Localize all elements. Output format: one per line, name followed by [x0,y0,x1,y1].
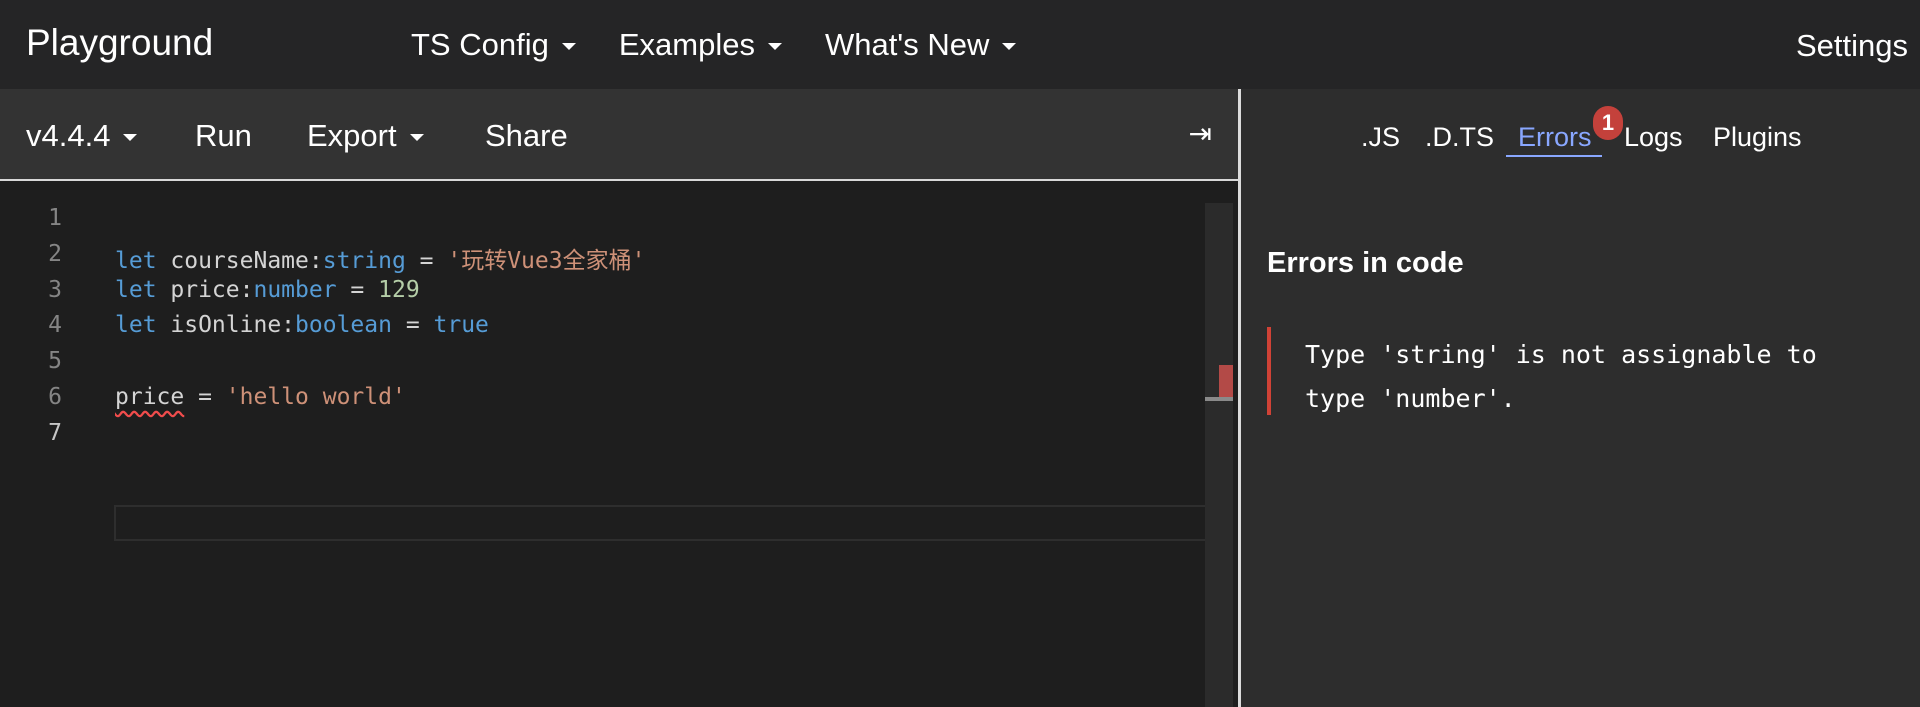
code-token: number [253,276,337,303]
export-label: Export [307,118,397,153]
settings-link[interactable]: Settings [1796,28,1908,64]
line-number: 5 [48,348,62,375]
nav-menu: TS Config Examples What's New [411,0,1059,89]
code-token: let [115,312,157,339]
nav-ts-config[interactable]: TS Config [411,27,576,63]
output-tabs: .JS .D.TS Errors 1 Logs Plugins [1241,89,1920,181]
code-token: let [115,247,157,274]
share-label: Share [485,118,568,153]
line-number: 4 [48,312,62,339]
error-count-badge: 1 [1593,106,1623,140]
code-token: 'hello world' [225,384,406,410]
tab-dts[interactable]: .D.TS [1425,122,1494,153]
share-button[interactable]: Share [485,118,568,154]
nav-examples-label: Examples [618,26,755,62]
chevron-down-icon [1002,42,1017,50]
code-line: let courseName:string = '玩转Vue3全家桶' [115,241,645,275]
editor-scrollbar[interactable] [1205,203,1233,707]
run-label: Run [195,118,252,153]
scrollbar-error-marker [1219,365,1233,397]
nav-examples[interactable]: Examples [619,27,782,63]
collapse-sidebar-icon[interactable]: ⇥ [1189,117,1212,150]
error-message[interactable]: Type 'string' is not assignable to type … [1305,333,1865,421]
version-label: v4.4.4 [26,118,111,153]
output-pane: .JS .D.TS Errors 1 Logs Plugins Errors i… [1241,89,1920,707]
code-token: boolean [295,312,392,339]
line-number: 7 [48,419,62,446]
code-token: true [433,312,489,339]
line-number: 6 [48,384,62,410]
tab-js[interactable]: .JS [1361,122,1400,153]
scrollbar-cursor-marker [1205,397,1233,401]
editor-pane: v4.4.4 Run Export Share ⇥ 1 2 3 4 5 6 7 let co… [0,89,1238,707]
current-line-highlight [114,505,1232,541]
line-number: 3 [48,276,62,303]
top-navigation: Playground TS Config Examples What's New… [0,0,1920,89]
app-title[interactable]: Playground [26,22,213,64]
errors-heading: Errors in code [1267,247,1464,279]
error-token: price [115,384,185,410]
active-tab-indicator [1506,155,1602,157]
nav-whats-new-label: What's New [824,26,990,62]
nav-whats-new[interactable]: What's New [824,26,1017,63]
editor-toolbar: v4.4.4 Run Export Share ⇥ [0,89,1238,181]
chevron-down-icon [409,134,424,141]
code-line: let isOnline:boolean = true [115,312,489,338]
run-button[interactable]: Run [195,118,252,154]
code-token: courseName: [156,247,323,274]
tab-logs[interactable]: Logs [1624,122,1683,153]
chevron-down-icon [767,42,782,50]
code-token: let [115,276,157,303]
tab-errors[interactable]: Errors [1518,122,1592,153]
chevron-down-icon [561,42,576,50]
version-dropdown[interactable]: v4.4.4 [26,118,138,154]
code-token: string [322,247,406,274]
export-dropdown[interactable]: Export [307,118,424,154]
code-token: = [184,384,226,410]
code-token: = [405,247,448,274]
code-line: let price:number = 129 [115,277,420,303]
tab-plugins[interactable]: Plugins [1713,122,1802,153]
error-item: Type 'string' is not assignable to type … [1267,327,1897,415]
code-editor[interactable]: 1 2 3 4 5 6 7 let courseName:string = '玩转Vue3全… [0,203,1238,707]
code-token: 129 [378,276,420,303]
nav-ts-config-label: TS Config [411,26,549,62]
code-token: '玩转Vue3全家桶' [447,247,646,274]
code-token: isOnline: [156,312,296,339]
code-token: = [391,312,434,339]
code-token: = [336,276,379,303]
code-token: price: [156,276,254,303]
line-number: 2 [48,240,62,267]
chevron-down-icon [123,134,138,141]
code-line: price = 'hello world' [115,384,406,410]
line-number: 1 [48,205,62,231]
